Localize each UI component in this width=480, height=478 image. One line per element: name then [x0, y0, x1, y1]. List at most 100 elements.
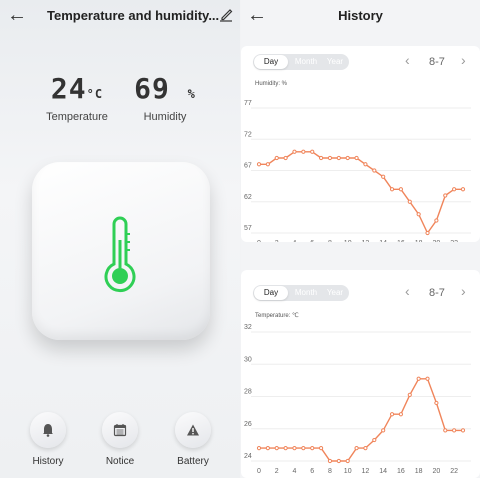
notice-circle[interactable] [102, 412, 138, 448]
x-tick-label: 14 [379, 240, 387, 242]
data-point [372, 168, 377, 173]
edit-icon[interactable] [219, 6, 233, 22]
data-point [336, 155, 341, 161]
data-point [345, 155, 350, 161]
data-point [318, 446, 324, 451]
y-tick-label: 57 [244, 225, 252, 232]
tab-month[interactable]: Month [291, 285, 321, 301]
data-point [283, 155, 288, 161]
humidity-value: 69 [134, 72, 170, 105]
series-line [259, 378, 463, 462]
temperature-value: 24 [50, 72, 87, 105]
x-tick-label: 4 [293, 468, 297, 475]
data-point [345, 458, 350, 464]
humidity-period-selector: Day Month Year [253, 54, 349, 70]
humidity-chart: 57 62 67 72 77 0 2 4 6 8 10 12 14 16 18 20 22 [244, 100, 471, 242]
device-title: Temperature and humidity... [47, 8, 220, 23]
x-tick-label: 14 [379, 468, 387, 475]
tab-year[interactable]: Year [323, 54, 347, 70]
humidity-date: 8-7 [429, 56, 445, 68]
temperature-period-selector: Day Month Year [253, 285, 349, 301]
data-point [318, 155, 324, 161]
humidity-value-group: 69 % [120, 72, 210, 105]
x-tick-label: 16 [397, 468, 405, 475]
data-point [398, 412, 404, 417]
data-point [460, 428, 466, 433]
device-panel: ← Temperature and humidity... 24°C Tempe… [0, 0, 240, 478]
data-point [434, 400, 439, 406]
device-card [32, 162, 210, 340]
history-circle[interactable] [30, 412, 66, 448]
history-title: History [338, 8, 383, 23]
data-point [301, 149, 306, 154]
temperature-value-group: 24°C [32, 72, 122, 105]
y-tick-label: 32 [244, 324, 252, 331]
battery-circle[interactable] [175, 412, 211, 448]
data-point [363, 162, 368, 167]
tab-year[interactable]: Year [323, 285, 347, 301]
data-point [265, 162, 270, 167]
data-point [452, 187, 457, 192]
x-tick-label: 10 [344, 468, 352, 475]
temperature-chart: 24262830320 2 4 6 8 10 12 14 16 18 20 22 [244, 324, 471, 475]
x-tick-label: 16 [397, 240, 405, 242]
data-point [381, 428, 386, 433]
history-button[interactable]: History [18, 412, 78, 467]
tab-month[interactable]: Month [291, 54, 321, 70]
x-tick-label: 6 [310, 468, 314, 475]
temperature-unit: °C [86, 87, 104, 101]
data-point [363, 446, 368, 451]
y-tick-label: 28 [244, 389, 252, 396]
next-date-chevron-icon[interactable]: › [461, 283, 466, 299]
data-point [407, 392, 412, 397]
notice-label: Notice [105, 456, 135, 467]
data-point [389, 187, 395, 192]
humidity-history-panel: Day Month Year ‹ 8-7 › Humidity: % 57 62 6… [241, 46, 480, 242]
temperature-reading: 24°C Temperature [32, 72, 122, 123]
data-point [256, 162, 262, 167]
data-point [301, 446, 306, 451]
temperature-unit-label: Temperature: ℃ [255, 313, 299, 319]
x-tick-label: 20 [432, 468, 440, 475]
data-point [443, 193, 448, 198]
tab-day[interactable]: Day [254, 55, 288, 69]
history-label: History [32, 456, 64, 467]
prev-date-chevron-icon[interactable]: ‹ [405, 283, 410, 299]
x-tick-label: 8 [328, 240, 332, 242]
data-point [416, 376, 421, 381]
x-tick-label: 2 [275, 468, 279, 475]
notice-button[interactable]: Notice [90, 412, 150, 467]
data-point [354, 155, 359, 161]
data-point [274, 446, 279, 451]
data-point [372, 437, 377, 443]
x-tick-label: 18 [415, 468, 423, 475]
data-point [274, 155, 279, 161]
data-point [283, 446, 288, 451]
battery-label: Battery [177, 456, 209, 467]
data-point [265, 446, 270, 451]
next-date-chevron-icon[interactable]: › [461, 52, 466, 68]
data-point [452, 428, 457, 433]
data-point [443, 428, 448, 433]
x-tick-label: 0 [257, 240, 261, 242]
tab-day[interactable]: Day [254, 286, 288, 300]
prev-date-chevron-icon[interactable]: ‹ [405, 52, 410, 68]
back-arrow-icon[interactable]: ← [7, 3, 27, 27]
history-screen: ← History Day Month Year ‹ 8-7 › Humidit… [241, 0, 480, 478]
x-tick-label: 10 [344, 240, 352, 242]
data-point [354, 446, 359, 451]
data-point [310, 149, 315, 154]
temperature-label: Temperature [46, 111, 108, 123]
calendar-icon [113, 424, 127, 437]
y-tick-label: 26 [244, 421, 252, 428]
temperature-date: 8-7 [429, 287, 445, 299]
x-tick-label: 2 [275, 240, 279, 242]
y-tick-label: 30 [244, 356, 252, 363]
y-tick-label: 72 [244, 131, 252, 138]
y-tick-label: 24 [244, 453, 252, 460]
x-tick-label: 22 [450, 468, 458, 475]
battery-button[interactable]: Battery [163, 412, 223, 467]
y-tick-label: 62 [244, 194, 252, 201]
warning-icon [187, 424, 199, 436]
data-point [398, 187, 404, 192]
